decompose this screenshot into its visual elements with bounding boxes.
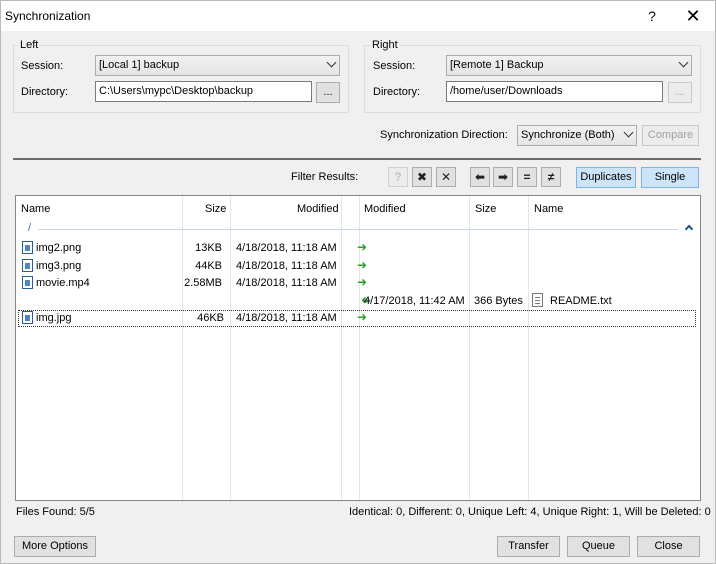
image-file-icon <box>22 311 33 324</box>
path-label: / <box>28 222 32 234</box>
files-found-status: Files Found: 5/5 <box>16 506 95 518</box>
header-left-size[interactable]: Size <box>200 196 231 222</box>
right-size-cell: 366 Bytes <box>474 295 523 307</box>
help-icon[interactable]: ? <box>641 6 663 26</box>
window-title: Synchronization <box>5 9 91 23</box>
left-browse-button[interactable]: ... <box>316 82 340 103</box>
path-group-row[interactable]: / <box>16 222 700 235</box>
sync-direction-value: Synchronize (Both) <box>521 129 615 141</box>
filter-delete-icon[interactable]: ✕ <box>436 167 456 187</box>
left-size-cell: 44KB <box>195 260 222 272</box>
right-arrow-icon: ➜ <box>357 275 368 289</box>
right-name-cell: README.txt <box>550 295 612 307</box>
right-session-label: Session: <box>373 60 416 72</box>
filter-conflict-icon[interactable]: ✖ <box>412 167 432 187</box>
title-bar: Synchronization ? ✕ <box>1 1 715 31</box>
close-button[interactable]: Close <box>637 536 700 557</box>
left-group-label: Left <box>18 39 41 51</box>
filter-different-icon[interactable]: ≠ <box>541 167 561 187</box>
text-file-icon <box>532 293 543 307</box>
left-directory-input[interactable]: C:\Users\mypc\Desktop\backup <box>95 81 312 102</box>
table-row[interactable]: img2.png 13KB 4/18/2018, 11:18 AM ➜ <box>16 240 700 257</box>
left-modified-cell: 4/18/2018, 11:18 AM <box>236 312 337 324</box>
chevron-up-icon[interactable] <box>684 224 694 234</box>
queue-button[interactable]: Queue <box>567 536 630 557</box>
filter-equal-icon[interactable]: = <box>517 167 537 187</box>
left-name-cell: img2.png <box>36 242 82 254</box>
filter-left-arrow-icon[interactable]: ⬅ <box>470 167 490 187</box>
left-name-cell: img3.png <box>36 260 82 272</box>
header-left-modified[interactable]: Modified <box>292 196 344 222</box>
synchronization-dialog: Synchronization ? ✕ Left Session: [Local… <box>0 0 716 564</box>
filter-results-label: Filter Results: <box>291 171 359 183</box>
chevron-down-icon <box>623 127 634 138</box>
sync-direction-label: Synchronization Direction: <box>380 129 508 141</box>
right-arrow-icon: ➜ <box>357 310 368 324</box>
duplicates-button[interactable]: Duplicates <box>576 167 636 188</box>
header-right-modified[interactable]: Modified <box>359 196 411 222</box>
left-size-cell: 13KB <box>195 242 222 254</box>
right-directory-label: Directory: <box>373 86 421 98</box>
left-modified-cell: 4/18/2018, 11:18 AM <box>236 277 337 289</box>
compare-button[interactable]: Compare <box>642 125 699 146</box>
table-row[interactable]: ➜ 4/17/2018, 11:42 AM 366 Bytes README.t… <box>16 293 700 310</box>
right-browse-button[interactable]: ... <box>668 82 692 103</box>
single-button[interactable]: Single <box>641 167 699 188</box>
table-row[interactable]: movie.mp4 2.58MB 4/18/2018, 11:18 AM ➜ <box>16 275 700 292</box>
right-session-select[interactable]: [Remote 1] Backup <box>446 55 692 76</box>
filter-unknown-icon[interactable]: ? <box>388 167 408 187</box>
left-session-select[interactable]: [Local 1] backup <box>95 55 340 76</box>
left-modified-cell: 4/18/2018, 11:18 AM <box>236 242 337 254</box>
chevron-down-icon <box>326 57 337 68</box>
table-row[interactable]: img.jpg 46KB 4/18/2018, 11:18 AM ➜ <box>18 310 696 327</box>
comparison-summary: Identical: 0, Different: 0, Unique Left:… <box>349 506 711 518</box>
left-session-value: [Local 1] backup <box>99 59 180 71</box>
chevron-down-icon <box>678 57 689 68</box>
left-session-label: Session: <box>21 60 64 72</box>
left-size-cell: 2.58MB <box>184 277 222 289</box>
transfer-button[interactable]: Transfer <box>497 536 560 557</box>
left-modified-cell: 4/18/2018, 11:18 AM <box>236 260 337 272</box>
left-directory-label: Directory: <box>21 86 69 98</box>
header-right-name[interactable]: Name <box>529 196 568 222</box>
right-arrow-icon: ➜ <box>357 258 368 272</box>
header-right-size[interactable]: Size <box>470 196 501 222</box>
close-icon[interactable]: ✕ <box>681 5 705 27</box>
left-size-cell: 46KB <box>197 312 224 324</box>
path-divider <box>38 229 678 230</box>
table-row[interactable]: img3.png 44KB 4/18/2018, 11:18 AM ➜ <box>16 258 700 275</box>
right-group-label: Right <box>370 39 400 51</box>
filter-right-arrow-icon[interactable]: ➡ <box>493 167 513 187</box>
image-file-icon <box>22 241 33 254</box>
right-directory-input[interactable]: /home/user/Downloads <box>446 81 663 102</box>
video-file-icon <box>22 276 33 289</box>
sync-direction-select[interactable]: Synchronize (Both) <box>517 125 637 146</box>
more-options-button[interactable]: More Options <box>14 536 96 557</box>
left-name-cell: movie.mp4 <box>36 277 90 289</box>
left-name-cell: img.jpg <box>36 312 72 324</box>
image-file-icon <box>22 259 33 272</box>
comparison-table[interactable]: Name Size Modified Modified Size Name / … <box>15 195 701 501</box>
header-left-name[interactable]: Name <box>16 196 55 222</box>
right-session-value: [Remote 1] Backup <box>450 59 544 71</box>
right-arrow-icon: ➜ <box>357 240 368 254</box>
divider <box>13 158 701 160</box>
right-modified-cell: 4/17/2018, 11:42 AM <box>364 295 465 307</box>
